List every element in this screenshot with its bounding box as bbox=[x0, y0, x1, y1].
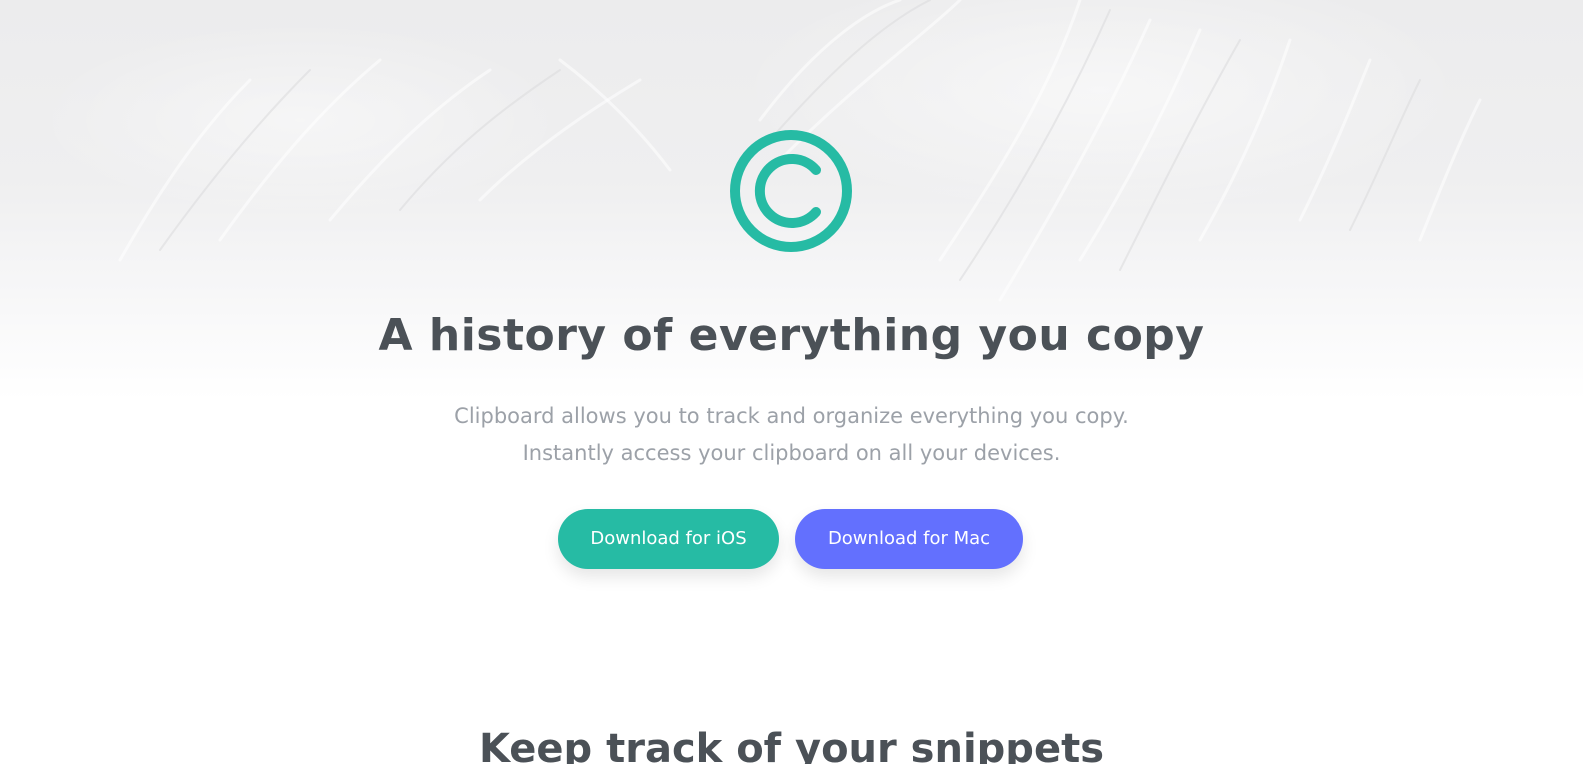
download-mac-button[interactable]: Download for Mac bbox=[795, 509, 1023, 569]
copyright-c-icon bbox=[730, 130, 852, 252]
hero-section: A history of everything you copy Clipboa… bbox=[0, 0, 1583, 764]
hero-subtitle-line-1: Clipboard allows you to track and organi… bbox=[454, 404, 1129, 428]
features-section-title: Keep track of your snippets bbox=[479, 726, 1104, 764]
hero-subtitle-line-2: Instantly access your clipboard on all y… bbox=[522, 441, 1061, 465]
page-title: A history of everything you copy bbox=[378, 310, 1205, 361]
hero-subtitle: Clipboard allows you to track and organi… bbox=[0, 398, 1583, 472]
download-ios-button[interactable]: Download for iOS bbox=[558, 509, 779, 569]
